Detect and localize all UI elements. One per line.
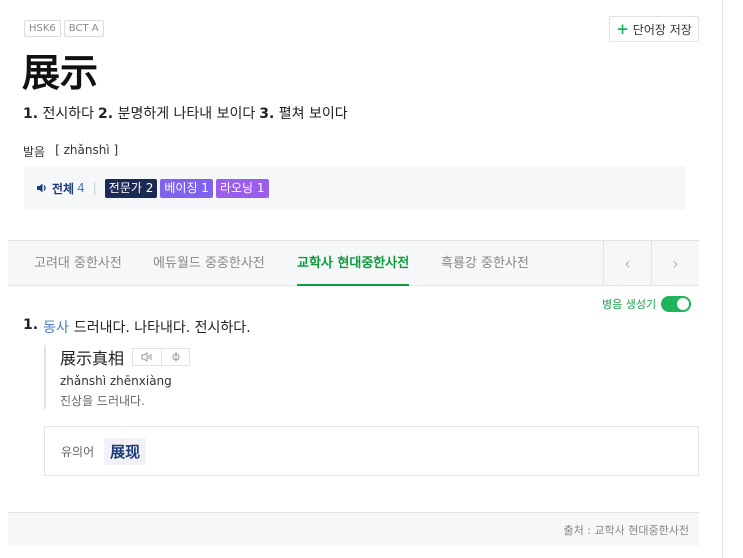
example-repeat-icon[interactable]: [161, 349, 189, 365]
tab-prev-arrow-icon[interactable]: ‹: [603, 241, 651, 286]
source-footer: 출처 : 교학사 현대중한사전: [8, 512, 699, 546]
tab-next-arrow-icon[interactable]: ›: [651, 241, 699, 286]
meaning-summary: 1. 전시하다 2. 분명하게 나타내 보이다 3. 펼쳐 보이다: [23, 103, 348, 123]
example-speaker-icon[interactable]: [133, 349, 161, 365]
synonym-label: 유의어: [61, 444, 95, 459]
level-badges: HSK6 BCT A: [24, 20, 104, 37]
source-text: 출처 : 교학사 현대중한사전: [563, 523, 689, 537]
play-all-label: 전체: [52, 181, 75, 196]
save-to-wordbook-button[interactable]: + 단어장 저장: [609, 16, 699, 42]
example-pinyin: zhǎnshì zhēnxiàng: [60, 374, 172, 388]
pinyin-toggle-label: 병음 생성기: [602, 298, 657, 311]
example-block: 展示真相 zhǎnshì zhēnxiàng 진상을 드러내다.: [44, 345, 191, 409]
hsk-badge: HSK6: [24, 20, 61, 37]
bct-badge: BCT A: [63, 20, 104, 37]
play-all-button[interactable]: 전체 4: [36, 180, 85, 197]
tab-arrows: ‹ ›: [603, 241, 699, 286]
meaning-3: 3. 펼쳐 보이다: [259, 106, 348, 122]
pronunciation-label: 발음: [23, 145, 46, 159]
pinyin-generator: 병음 생성기: [602, 296, 692, 312]
speaker-outline-icon: [141, 352, 152, 362]
meaning-1: 1. 전시하다: [23, 106, 95, 122]
pronunciation: 발음 [ zhǎnshì ]: [23, 143, 118, 160]
plus-icon: +: [616, 19, 629, 38]
synonym-word-link[interactable]: 展现: [104, 437, 147, 465]
audio-beijing-chip[interactable]: 베이징 1: [160, 178, 213, 198]
example-chinese: 展示真相: [60, 349, 125, 368]
meaning-2: 2. 분명하게 나타내 보이다: [98, 106, 256, 122]
tab-heilongjiang-dict[interactable]: 흑룡강 중한사전: [441, 241, 529, 286]
dictionary-tabs: 고려대 중한사전 에듀월드 중중한사전 교학사 현대중한사전 흑룡강 중한사전 …: [8, 240, 699, 286]
example-audio-controls: [132, 348, 191, 366]
tab-eduworld-dict[interactable]: 에듀월드 중중한사전: [153, 241, 265, 286]
pinyin-toggle-switch[interactable]: [661, 296, 692, 312]
speaker-icon: [37, 183, 46, 193]
definition-1: 1. 동사 드러내다. 나타내다. 전시하다.: [23, 317, 251, 337]
right-scroll-divider: [722, 0, 723, 558]
audio-liaoning-chip[interactable]: 라오닝 1: [215, 178, 269, 198]
part-of-speech[interactable]: 동사: [43, 317, 69, 337]
audio-expert-chip[interactable]: 전문가 2: [104, 178, 158, 198]
save-button-label: 단어장 저장: [632, 22, 692, 37]
play-all-count: 4: [77, 181, 85, 195]
definition-text: 드러내다. 나타내다. 전시하다.: [73, 320, 251, 336]
toggle-knob: [676, 297, 691, 311]
tab-korea-univ-dict[interactable]: 고려대 중한사전: [34, 241, 122, 286]
definition-number: 1.: [23, 317, 39, 333]
audio-separator: |: [92, 181, 97, 195]
repeat-icon: [172, 352, 180, 362]
tab-kyohaksa-dict[interactable]: 교학사 현대중한사전: [297, 241, 410, 286]
headword: 展示: [22, 51, 99, 95]
synonym-box: 유의어 展现: [44, 426, 699, 476]
example-korean: 진상을 드러내다.: [60, 394, 145, 408]
audio-panel: 전체 4 | 전문가 2 베이징 1 라오닝 1: [24, 166, 685, 210]
pronunciation-value: [ zhǎnshì ]: [55, 143, 119, 157]
